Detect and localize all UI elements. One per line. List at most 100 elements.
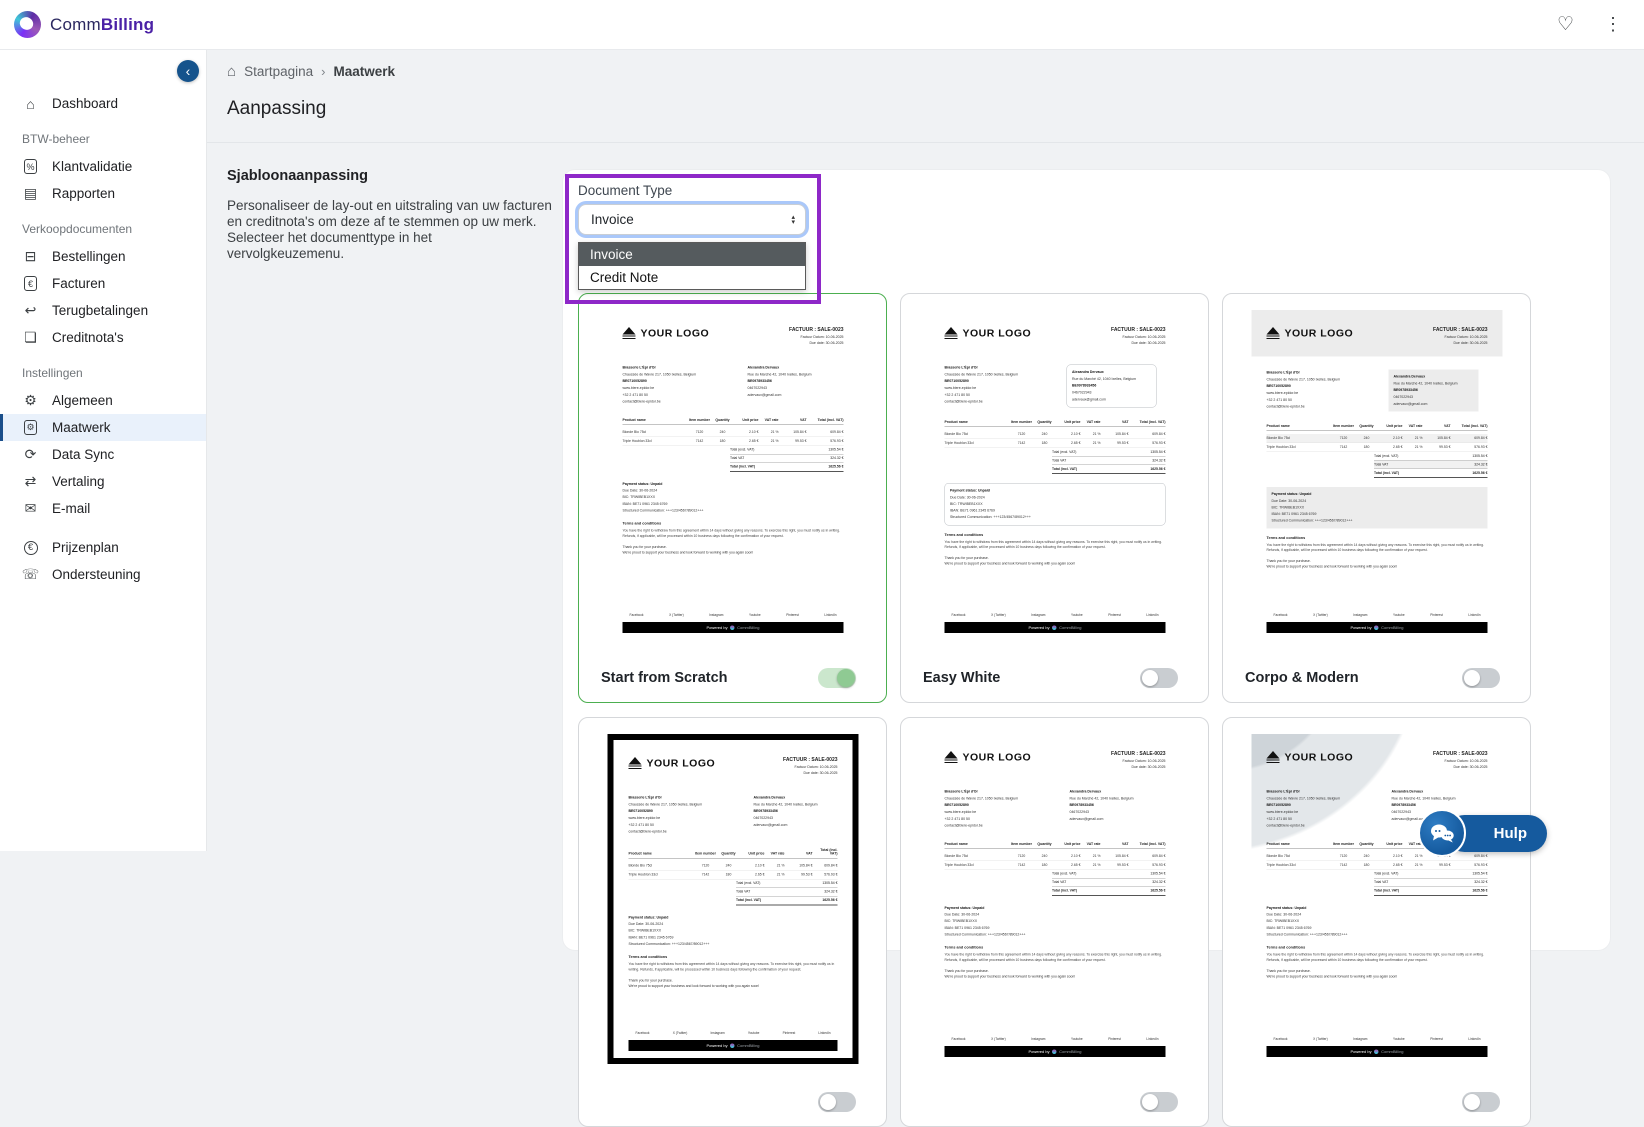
sidebar-item-label: Algemeen [52, 393, 113, 408]
preview-payment-block: Payment status: Unpaid Due Date: 30-06-2… [944, 483, 1165, 525]
preview-thanks: Thank you for your purchase. We're proud… [1266, 969, 1487, 980]
breadcrumb-home-link[interactable]: Startpagina [244, 64, 313, 79]
template-card-row2-2[interactable]: YOUR LOGO FACTUUR : SALE-0023 Factuur Da… [900, 717, 1209, 1127]
sidebar-item-dashboard[interactable]: ⌂Dashboard [0, 90, 206, 117]
sidebar-item-label: Klantvalidatie [52, 159, 132, 174]
sidebar-item-ondersteuning[interactable]: ☏Ondersteuning [0, 561, 206, 588]
preview-buyer-block: Alexandra Dervaux Rue du Marché 42, 1040… [1069, 789, 1159, 830]
preview-logo: YOUR LOGO [628, 757, 715, 770]
template-enable-toggle[interactable] [818, 668, 856, 688]
sidebar-item-maatwerk[interactable]: ⚙Maatwerk [0, 414, 206, 441]
invoice-icon: € [24, 276, 37, 291]
sidebar-item-terugbetalingen[interactable]: ↩Terugbetalingen [0, 297, 206, 324]
sync-icon: ⟳ [22, 446, 39, 463]
preview-powered-by-bar: Powered by CommBilling [944, 1046, 1165, 1057]
breadcrumb: ⌂ Startpagina › Maatwerk [227, 63, 395, 80]
template-enable-toggle[interactable] [1140, 1092, 1178, 1112]
sidebar-item-prijzenplan[interactable]: €Prijzenplan [0, 534, 206, 561]
sidebar-item-e-mail[interactable]: ✉ E-mail [0, 495, 206, 522]
preview-powered-by-bar: Powered by CommBilling [1266, 622, 1487, 633]
powered-by-logo-icon [1052, 625, 1057, 630]
breadcrumb-current: Maatwerk [333, 64, 395, 79]
preview-social-links: FacebookX (Twitter)InstagramYoutubePinte… [1266, 614, 1487, 618]
page-title: Aanpassing [227, 98, 326, 120]
preview-payment-block: Payment status: Unpaid Due Date: 30-06-2… [944, 905, 1165, 938]
sidebar-item-data-sync[interactable]: ⟳ Data Sync [0, 441, 206, 468]
preview-doc-ref: FACTUUR : SALE-0023 [1111, 751, 1165, 757]
sidebar-item-label: Data Sync [52, 447, 114, 462]
top-header: CommBilling ♡ ⋮ [0, 0, 1644, 50]
preview-doc-ref: FACTUUR : SALE-0023 [783, 757, 837, 763]
sidebar-collapse-button[interactable]: ‹ [177, 60, 199, 82]
template-enable-toggle[interactable] [1462, 668, 1500, 688]
template-card-corpo-modern[interactable]: YOUR LOGO FACTUUR : SALE-0023 Factuur Da… [1222, 293, 1531, 703]
chat-bubbles-icon [1418, 809, 1466, 857]
app-logo[interactable]: CommBilling [14, 11, 154, 38]
preview-buyer-block: Alexandra Dervaux Rue du Marché 42, 1040… [747, 365, 837, 406]
inbox-icon: ⊟ [22, 248, 39, 265]
preview-thanks: Thank you for your purchase. We're proud… [944, 969, 1165, 980]
heart-icon[interactable]: ♡ [1557, 13, 1574, 36]
sidebar-item-vertaling[interactable]: ⇄Vertaling [0, 468, 206, 495]
sidebar-nav: ⌂Dashboard BTW-beheer %Klantvalidatie▤Rapp… [0, 90, 206, 588]
template-name-label: Start from Scratch [601, 670, 728, 686]
preview-social-links: FacebookX (Twitter)InstagramYoutubePinte… [628, 1032, 837, 1036]
template-enable-toggle[interactable] [818, 1092, 856, 1112]
preview-powered-by-bar: Powered by CommBilling [622, 622, 843, 633]
document-type-dropdown: Invoice Credit Note [578, 242, 806, 290]
help-button[interactable]: Hulp [1446, 815, 1547, 852]
preview-doc-ref: FACTUUR : SALE-0023 [1111, 327, 1165, 333]
sidebar-item-rapporten[interactable]: ▤Rapporten [0, 180, 206, 207]
sidebar-item-creditnota-s[interactable]: ❏Creditnota's [0, 324, 206, 351]
document-type-select[interactable]: Invoice ▴▾ [578, 204, 806, 235]
sidebar-item-label: Prijzenplan [52, 540, 119, 555]
preview-payment-block: Payment status: Unpaid Due Date: 30-06-2… [628, 914, 837, 947]
preview-logo: YOUR LOGO [1266, 327, 1353, 340]
sidebar-item-bestellingen[interactable]: ⊟Bestellingen [0, 243, 206, 270]
dropdown-option-invoice[interactable]: Invoice [579, 243, 805, 266]
template-card-start-from-scratch[interactable]: YOUR LOGO FACTUUR : SALE-0023 Factuur Da… [578, 293, 887, 703]
sidebar-item-label: Maatwerk [52, 420, 111, 435]
preview-payment-block: Payment status: Unpaid Due Date: 30-06-2… [622, 481, 843, 514]
sidebar-item-facturen[interactable]: €Facturen [0, 270, 206, 297]
preview-line-items-table: Product nameItem numberQuantityUnit pric… [944, 842, 1165, 896]
preview-social-links: FacebookX (Twitter)InstagramYoutubePinte… [1266, 1038, 1487, 1042]
preview-line-items-table: Product nameItem numberQuantityUnit pric… [944, 421, 1165, 475]
powered-by-logo-icon [1374, 625, 1379, 630]
preview-thanks: Thank you for your purchase. We're proud… [628, 978, 837, 989]
template-card-easy-white[interactable]: YOUR LOGO FACTUUR : SALE-0023 Factuur Da… [900, 293, 1209, 703]
mail-icon: ✉ [22, 500, 39, 517]
invoice-preview: YOUR LOGO FACTUUR : SALE-0023 Factuur Da… [607, 734, 858, 1064]
template-card-row2-3[interactable]: YOUR LOGO FACTUUR : SALE-0023 Factuur Da… [1222, 717, 1531, 1127]
sidebar: ‹ ⌂Dashboard BTW-beheer %Klantvalidatie▤Ra… [0, 50, 207, 851]
preview-doc-ref: FACTUUR : SALE-0023 [789, 327, 843, 333]
preview-thanks: Thank you for your purchase. We're proud… [622, 545, 843, 556]
sidebar-section-label: Instellingen [0, 366, 206, 380]
preview-seller-block: Brasserie L'Épi d'Or Chaussée de Wavre 2… [944, 365, 1059, 408]
template-enable-toggle[interactable] [1140, 668, 1178, 688]
kebab-menu-icon[interactable]: ⋮ [1604, 14, 1622, 35]
sidebar-item-label: E-mail [52, 501, 90, 516]
preview-social-links: FacebookX (Twitter)InstagramYoutubePinte… [622, 614, 843, 618]
dropdown-option-credit-note[interactable]: Credit Note [579, 266, 805, 289]
sidebar-section-label: BTW-beheer [0, 132, 206, 146]
select-stepper-icon: ▴▾ [791, 215, 795, 225]
sidebar-section-label: Verkoopdocumenten [0, 222, 206, 236]
intro-description: Personaliseer de lay-out en uitstraling … [227, 198, 552, 262]
template-customization-intro: Sjabloonaanpassing Personaliseer de lay-… [227, 168, 552, 262]
preview-payment-block: Payment status: Unpaid Due Date: 30-06-2… [1266, 487, 1487, 528]
preview-line-items-table: Product nameItem numberQuantityUnit pric… [1266, 425, 1487, 479]
preview-thanks: Thank you for your purchase. We're proud… [944, 556, 1165, 567]
template-card-row2-1[interactable]: YOUR LOGO FACTUUR : SALE-0023 Factuur Da… [578, 717, 887, 1127]
credit-note-icon: ❏ [22, 329, 39, 346]
sidebar-item-algemeen[interactable]: ⚙Algemeen [0, 387, 206, 414]
preview-buyer-block: Alexandra Dervaux Rue du Marché 42, 1040… [1388, 370, 1478, 412]
template-name-label: Corpo & Modern [1245, 670, 1359, 686]
brand-name: CommBilling [50, 15, 154, 35]
preview-buyer-block: Alexandra Dervaux Rue du Marché 42, 1040… [1066, 365, 1156, 408]
home-icon: ⌂ [22, 96, 39, 112]
template-enable-toggle[interactable] [1462, 1092, 1500, 1112]
preview-line-items-table: Product nameItem numberQuantityUnit pric… [628, 848, 837, 905]
sidebar-item-klantvalidatie[interactable]: %Klantvalidatie [0, 153, 206, 180]
preview-social-links: FacebookX (Twitter)InstagramYoutubePinte… [944, 1038, 1165, 1042]
